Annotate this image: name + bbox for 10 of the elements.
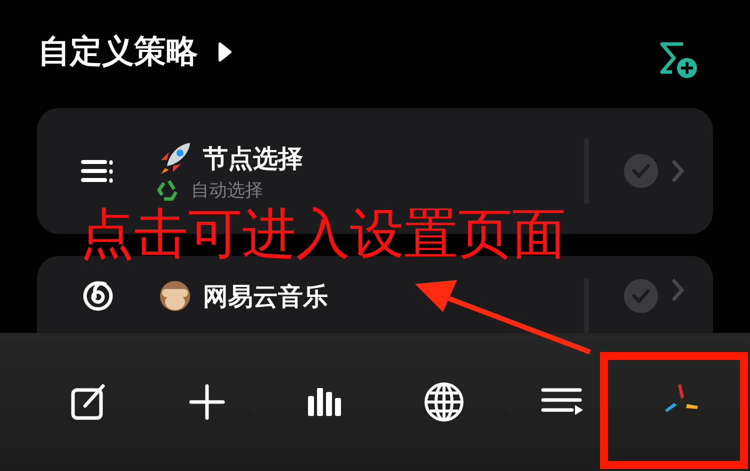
- monkey-icon: [157, 278, 193, 314]
- policy-name: 网易云音乐: [203, 280, 328, 312]
- policy-subtitle: 自动选择: [191, 179, 263, 202]
- checkmark-circle-icon[interactable]: [623, 153, 659, 189]
- play-icon[interactable]: [218, 42, 232, 62]
- list-icon: [81, 158, 115, 184]
- checkmark-circle-icon[interactable]: [623, 278, 659, 314]
- page-title: 自定义策略: [38, 31, 198, 72]
- globe-icon[interactable]: [422, 380, 466, 424]
- policy-name: 节点选择: [203, 142, 303, 174]
